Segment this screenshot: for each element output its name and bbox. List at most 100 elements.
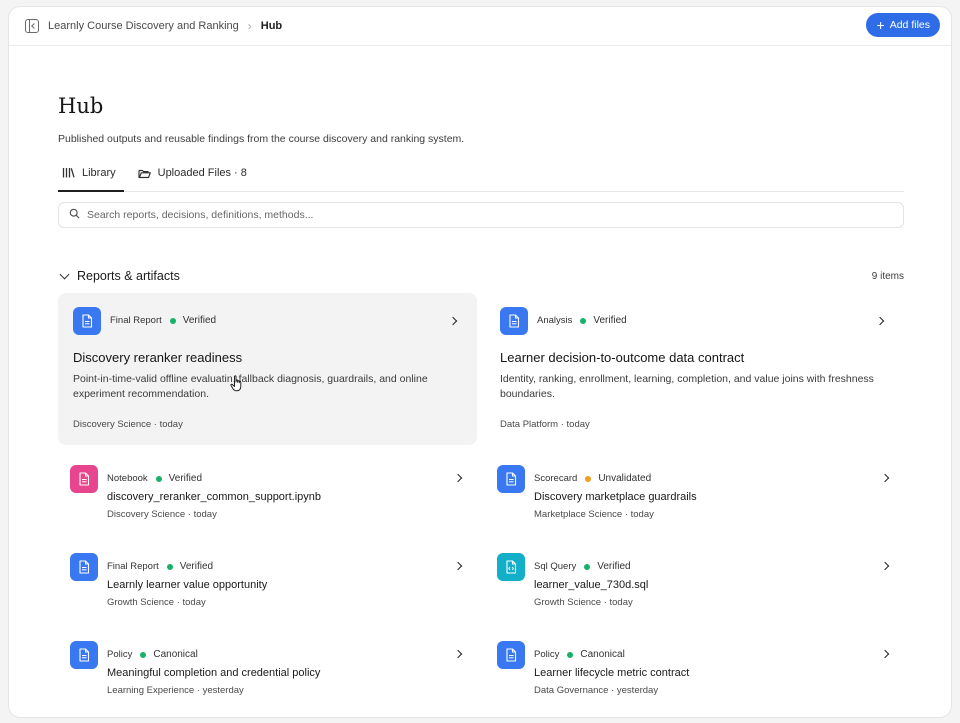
tab-bar: Library Uploaded Files · 8: [58, 155, 904, 192]
chevron-right-icon[interactable]: [880, 649, 890, 659]
section-item-count: 9 items: [871, 270, 904, 282]
document-icon: [497, 465, 525, 493]
featured-card[interactable]: Analysis Verified Learner decision-to-ou…: [485, 293, 904, 445]
library-icon: [62, 167, 75, 178]
document-icon: [70, 553, 98, 581]
hand-cursor-icon: [230, 375, 242, 392]
item-footer: Growth Science · today: [534, 597, 633, 608]
card-description-line2: boundaries.: [500, 388, 555, 400]
status-dot: [166, 563, 173, 570]
list-item[interactable]: Scorecard Unvalidated Discovery marketplac…: [493, 463, 898, 523]
list-item[interactable]: Policy Canonical Meaningful completion and…: [66, 639, 471, 699]
notebook-icon: [70, 465, 98, 493]
card-description-line1: Identity, ranking, enrollment, learning,…: [500, 373, 874, 385]
document-icon: [73, 307, 101, 335]
document-icon: [500, 307, 528, 335]
item-footer: Discovery Science · today: [107, 509, 217, 520]
status-dot: [567, 651, 574, 658]
search-input[interactable]: [87, 209, 867, 221]
section-title: Reports & artifacts: [77, 269, 180, 283]
item-meta: Final Report Verified: [107, 561, 213, 572]
search-bar: [58, 202, 904, 228]
page-subtitle: Published outputs and reusable findings …: [58, 133, 465, 145]
app-window: Learnly Course Discovery and Ranking › H…: [8, 6, 952, 718]
artifact-type: Sql Query: [534, 561, 577, 572]
chevron-right-icon[interactable]: [453, 649, 463, 659]
card-description-line2: experiment recommendation.: [73, 388, 209, 400]
card-description: Identity, ranking, enrollment, learning,…: [500, 372, 900, 402]
list-item[interactable]: Sql Query Verified learner_value_730d.sql G…: [493, 551, 898, 611]
breadcrumb: Learnly Course Discovery and Ranking › H…: [48, 19, 282, 33]
chevron-right-icon[interactable]: [880, 473, 890, 483]
status-badge: Verified: [168, 473, 203, 484]
item-title: Discovery marketplace guardrails: [534, 491, 697, 503]
chevron-right-icon[interactable]: [880, 561, 890, 571]
card-description: Point-in-time-valid offline evaluatin, f…: [73, 372, 453, 402]
featured-card[interactable]: Final Report Verified Discovery reranker…: [58, 293, 477, 445]
card-footer: Discovery Science · today: [73, 419, 183, 430]
section-header-reports[interactable]: Reports & artifacts 9 items: [58, 267, 904, 285]
plus-icon: +: [876, 17, 885, 33]
item-title: discovery_reranker_common_support.ipynb: [107, 491, 321, 503]
item-title: Learner lifecycle metric contract: [534, 667, 690, 679]
card-meta: Analysis Verified: [537, 315, 627, 326]
folder-open-icon: [138, 168, 151, 179]
top-bar: Learnly Course Discovery and Ranking › H…: [9, 7, 951, 46]
card-description-part-b: n, fallback diagnosis, guardrails, and o…: [226, 373, 428, 385]
add-files-button[interactable]: + Add files: [865, 13, 940, 37]
tab-library[interactable]: Library: [58, 155, 124, 192]
artifact-type: Policy: [107, 649, 133, 660]
list-item[interactable]: Policy Canonical Learner lifecycle metric …: [493, 639, 898, 699]
chevron-down-icon: [59, 269, 70, 279]
card-title: Learner decision-to-outcome data contrac…: [500, 350, 745, 365]
artifact-type: Final Report: [107, 561, 159, 572]
card-footer: Data Platform · today: [500, 419, 590, 430]
tab-uploaded-files[interactable]: Uploaded Files · 8: [134, 155, 251, 191]
item-meta: Sql Query Verified: [534, 561, 631, 572]
card-description-part-a: Point-in-time-valid offline evaluati: [73, 373, 227, 385]
status-dot: [155, 475, 162, 482]
status-dot: [169, 317, 176, 324]
item-meta: Notebook Verified: [107, 473, 202, 484]
status-dot: [585, 475, 592, 482]
search-icon: [69, 206, 80, 224]
item-title: Learnly learner value opportunity: [107, 579, 268, 591]
chevron-right-icon[interactable]: [448, 316, 458, 326]
chevron-right-icon[interactable]: [875, 316, 885, 326]
artifact-type: Notebook: [107, 473, 148, 484]
item-title: Meaningful completion and credential pol…: [107, 667, 321, 679]
chevron-right-icon[interactable]: [453, 561, 463, 571]
add-files-label: Add files: [889, 19, 930, 31]
status-badge: Unvalidated: [598, 473, 652, 484]
card-meta: Final Report Verified: [110, 315, 216, 326]
item-meta: Policy Canonical: [107, 649, 198, 660]
status-badge: Canonical: [580, 649, 625, 660]
tab-library-label: Library: [82, 166, 116, 179]
item-footer: Marketplace Science · today: [534, 509, 654, 520]
page-title: Hub: [58, 94, 104, 118]
tab-uploaded-files-label: Uploaded Files · 8: [157, 167, 247, 179]
list-item[interactable]: Notebook Verified discovery_reranker_commo…: [66, 463, 471, 523]
list-item[interactable]: Final Report Verified Learnly learner valu…: [66, 551, 471, 611]
document-icon: [70, 641, 98, 669]
item-meta: Policy Canonical: [534, 649, 625, 660]
breadcrumb-project[interactable]: Learnly Course Discovery and Ranking: [48, 20, 239, 32]
status-badge: Verified: [182, 315, 217, 326]
status-dot: [580, 317, 587, 324]
status-badge: Verified: [593, 315, 627, 326]
chevron-right-icon[interactable]: [453, 473, 463, 483]
status-dot: [584, 563, 591, 570]
status-dot: [140, 651, 147, 658]
artifact-type: Final Report: [110, 315, 162, 326]
sidebar-toggle-icon[interactable]: [25, 19, 39, 33]
item-footer: Growth Science · today: [107, 597, 206, 608]
artifact-type: Policy: [534, 649, 560, 660]
item-title: learner_value_730d.sql: [534, 579, 649, 591]
status-badge: Verified: [597, 561, 631, 572]
chevron-right-icon: ›: [247, 19, 252, 33]
status-badge: Verified: [179, 561, 214, 572]
artifact-type: Scorecard: [534, 473, 578, 484]
item-meta: Scorecard Unvalidated: [534, 473, 651, 484]
sql-file-icon: [497, 553, 525, 581]
breadcrumb-current: Hub: [260, 20, 283, 32]
